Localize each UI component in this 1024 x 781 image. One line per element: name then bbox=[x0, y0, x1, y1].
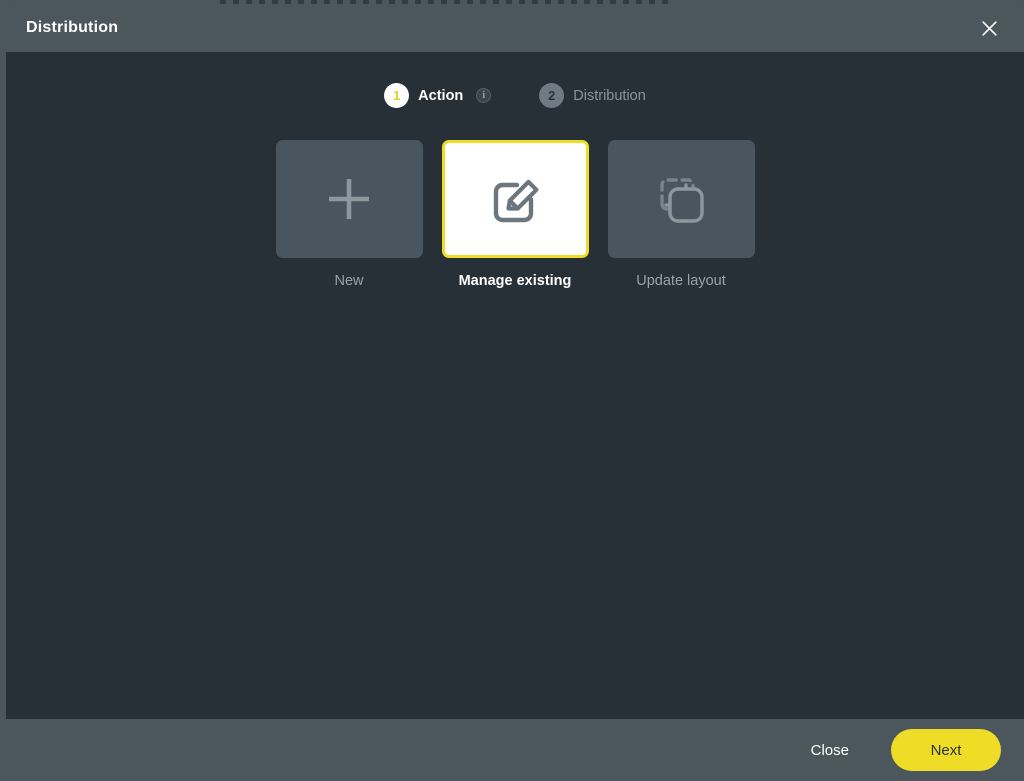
close-button[interactable] bbox=[972, 11, 1006, 45]
stepper-step-distribution-number: 2 bbox=[539, 83, 565, 108]
option-manage-existing-label: Manage existing bbox=[458, 273, 572, 289]
stepper-step-action[interactable]: 1 Action i bbox=[384, 83, 492, 108]
option-new[interactable]: New bbox=[275, 140, 423, 289]
stepper-step-action-label: Action bbox=[418, 87, 464, 104]
edit-square-icon bbox=[484, 168, 546, 230]
wizard-stepper: 1 Action i 2 Distribution bbox=[6, 52, 1024, 108]
action-options: New Manage existing Update layout bbox=[6, 140, 1024, 289]
option-manage-existing-tile[interactable] bbox=[441, 140, 589, 258]
dialog-title: Distribution bbox=[26, 19, 119, 36]
option-new-label: New bbox=[334, 273, 364, 289]
dialog-body: 1 Action i 2 Distribution New Manage exi… bbox=[6, 52, 1024, 719]
close-text-button[interactable]: Close bbox=[789, 734, 871, 767]
stepper-step-distribution-label: Distribution bbox=[573, 87, 646, 104]
duplicate-layout-icon bbox=[648, 168, 714, 230]
stepper-step-action-number: 1 bbox=[384, 83, 410, 108]
distribution-dialog: Distribution 1 Action i 2 Distribution N… bbox=[6, 4, 1024, 781]
close-icon bbox=[980, 19, 999, 38]
next-button[interactable]: Next bbox=[891, 729, 1001, 771]
dialog-footer: Close Next bbox=[6, 719, 1024, 781]
dialog-titlebar: Distribution bbox=[6, 4, 1024, 52]
info-icon[interactable]: i bbox=[476, 88, 492, 103]
option-new-tile[interactable] bbox=[275, 140, 423, 258]
option-update-layout[interactable]: Update layout bbox=[607, 140, 755, 289]
plus-icon bbox=[321, 171, 377, 227]
option-manage-existing[interactable]: Manage existing bbox=[441, 140, 589, 289]
option-update-layout-label: Update layout bbox=[636, 273, 726, 289]
stepper-step-distribution[interactable]: 2 Distribution bbox=[539, 83, 646, 108]
option-update-layout-tile[interactable] bbox=[607, 140, 755, 258]
